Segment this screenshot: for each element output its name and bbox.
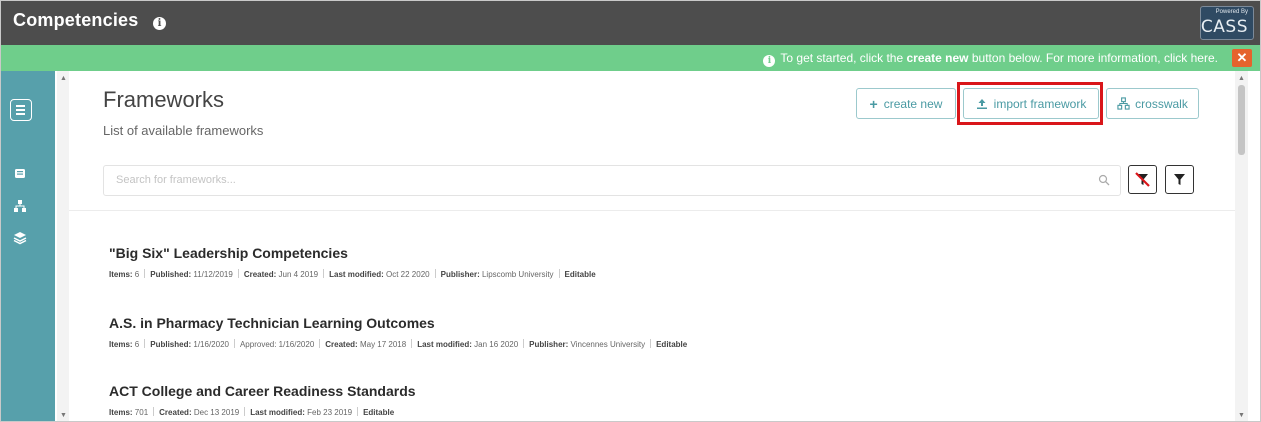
notice-highlight: create new bbox=[906, 51, 969, 65]
created-label: Created: bbox=[243, 270, 277, 279]
search-box bbox=[103, 165, 1121, 196]
search-icon[interactable] bbox=[1098, 174, 1110, 186]
page-subtitle: List of available frameworks bbox=[103, 123, 264, 138]
framework-meta: Items: 6 Published: 1/16/2020 Approved: 1/… bbox=[109, 339, 687, 349]
created-label: Created: bbox=[159, 408, 192, 417]
created-value: Dec 13 2019 bbox=[193, 408, 240, 417]
publisher-value: Vincennes University bbox=[570, 340, 646, 349]
list-item[interactable]: "Big Six" Leadership Competencies Items:… bbox=[109, 245, 596, 279]
list-item[interactable]: A.S. in Pharmacy Technician Learning Out… bbox=[109, 315, 687, 349]
last-modified-value: Oct 22 2020 bbox=[386, 270, 430, 279]
framework-meta: Items: 701 Created: Dec 13 2019 Last modif… bbox=[109, 407, 416, 417]
scrollbar-thumb[interactable] bbox=[1238, 85, 1245, 155]
crosswalk-button[interactable]: crosswalk bbox=[1106, 88, 1199, 119]
scroll-up-arrow-icon[interactable]: ▲ bbox=[60, 75, 67, 82]
page-title: Frameworks bbox=[103, 87, 225, 112]
last-modified-label: Last modified: bbox=[329, 270, 384, 279]
scroll-down-arrow-icon[interactable]: ▼ bbox=[1238, 412, 1245, 419]
create-new-button[interactable]: + create new bbox=[856, 88, 956, 119]
create-new-label: create new bbox=[883, 96, 943, 111]
info-icon[interactable]: i bbox=[153, 17, 166, 30]
top-bar: Competencies i Powered By CASS bbox=[1, 1, 1260, 45]
created-value: May 17 2018 bbox=[359, 340, 407, 349]
upload-icon bbox=[976, 98, 987, 109]
crosswalk-icon bbox=[1117, 97, 1130, 110]
items-label: Items: bbox=[109, 270, 133, 279]
last-modified-value: Feb 23 2019 bbox=[307, 408, 353, 417]
side-nav-rail bbox=[1, 71, 55, 421]
published-label: Published: bbox=[150, 270, 192, 279]
crosswalk-nav-icon[interactable] bbox=[13, 199, 27, 213]
last-modified-label: Last modified: bbox=[417, 340, 472, 349]
getting-started-notice: i To get started, click the create new bu… bbox=[1, 45, 1260, 71]
editable-badge: Editable bbox=[656, 340, 688, 349]
published-value: 11/12/2019 bbox=[193, 270, 233, 279]
approved-label: Approved: bbox=[239, 340, 277, 349]
clear-filter-icon bbox=[1135, 172, 1150, 187]
publisher-value: Lipscomb University bbox=[481, 270, 554, 279]
import-framework-label: import framework bbox=[993, 96, 1087, 111]
info-icon: i bbox=[763, 55, 776, 67]
editable-badge: Editable bbox=[363, 408, 395, 417]
frameworks-list: "Big Six" Leadership Competencies Items:… bbox=[69, 212, 1235, 421]
published-label: Published: bbox=[150, 340, 192, 349]
layers-nav-icon[interactable] bbox=[13, 231, 27, 245]
created-value: Jun 4 2019 bbox=[278, 270, 319, 279]
list-item[interactable]: ACT College and Career Readiness Standar… bbox=[109, 383, 416, 417]
cass-logo: Powered By CASS bbox=[1200, 6, 1254, 40]
framework-title[interactable]: "Big Six" Leadership Competencies bbox=[109, 245, 596, 261]
notice-prefix: To get started, click the bbox=[780, 51, 904, 65]
last-modified-value: Jan 16 2020 bbox=[474, 340, 519, 349]
notice-suffix[interactable]: button below. For more information, clic… bbox=[972, 51, 1218, 65]
editable-badge: Editable bbox=[564, 270, 596, 279]
framework-title[interactable]: ACT College and Career Readiness Standar… bbox=[109, 383, 416, 399]
approved-value: 1/16/2020 bbox=[278, 340, 315, 349]
frameworks-header: Frameworks List of available frameworks … bbox=[69, 71, 1235, 211]
scroll-down-arrow-icon[interactable]: ▼ bbox=[60, 412, 67, 419]
plus-icon: + bbox=[869, 95, 878, 112]
frameworks-nav-icon[interactable] bbox=[13, 167, 27, 181]
items-label: Items: bbox=[109, 340, 133, 349]
menu-toggle-button[interactable] bbox=[10, 99, 32, 121]
app-title: Competencies bbox=[13, 10, 139, 30]
close-notice-button[interactable]: ✕ bbox=[1232, 49, 1252, 67]
filter-button[interactable] bbox=[1165, 165, 1194, 194]
framework-meta: Items: 6 Published: 11/12/2019 Created: Ju… bbox=[109, 269, 596, 279]
app-window: Competencies i Powered By CASS i To get s… bbox=[0, 0, 1261, 422]
clear-filter-button[interactable] bbox=[1128, 165, 1157, 194]
import-framework-button[interactable]: import framework bbox=[963, 88, 1099, 119]
brand-name: CASS bbox=[1200, 17, 1248, 37]
framework-title[interactable]: A.S. in Pharmacy Technician Learning Out… bbox=[109, 315, 687, 331]
crosswalk-label: crosswalk bbox=[1135, 96, 1188, 111]
scroll-up-arrow-icon[interactable]: ▲ bbox=[1238, 75, 1245, 82]
search-input[interactable] bbox=[116, 174, 1016, 186]
items-label: Items: bbox=[109, 408, 133, 417]
filter-icon bbox=[1174, 174, 1185, 185]
created-label: Created: bbox=[325, 340, 358, 349]
publisher-label: Publisher: bbox=[440, 270, 480, 279]
powered-by-label: Powered By bbox=[1215, 9, 1248, 15]
items-value: 6 bbox=[134, 340, 140, 349]
published-value: 1/16/2020 bbox=[193, 340, 229, 349]
notice-text: i To get started, click the create new bu… bbox=[763, 51, 1218, 67]
items-value: 701 bbox=[134, 408, 149, 417]
left-scrollbar[interactable]: ▲ ▼ bbox=[57, 71, 69, 421]
right-scrollbar[interactable]: ▲ ▼ bbox=[1235, 71, 1248, 421]
publisher-label: Publisher: bbox=[529, 340, 569, 349]
last-modified-label: Last modified: bbox=[250, 408, 305, 417]
items-value: 6 bbox=[134, 270, 140, 279]
